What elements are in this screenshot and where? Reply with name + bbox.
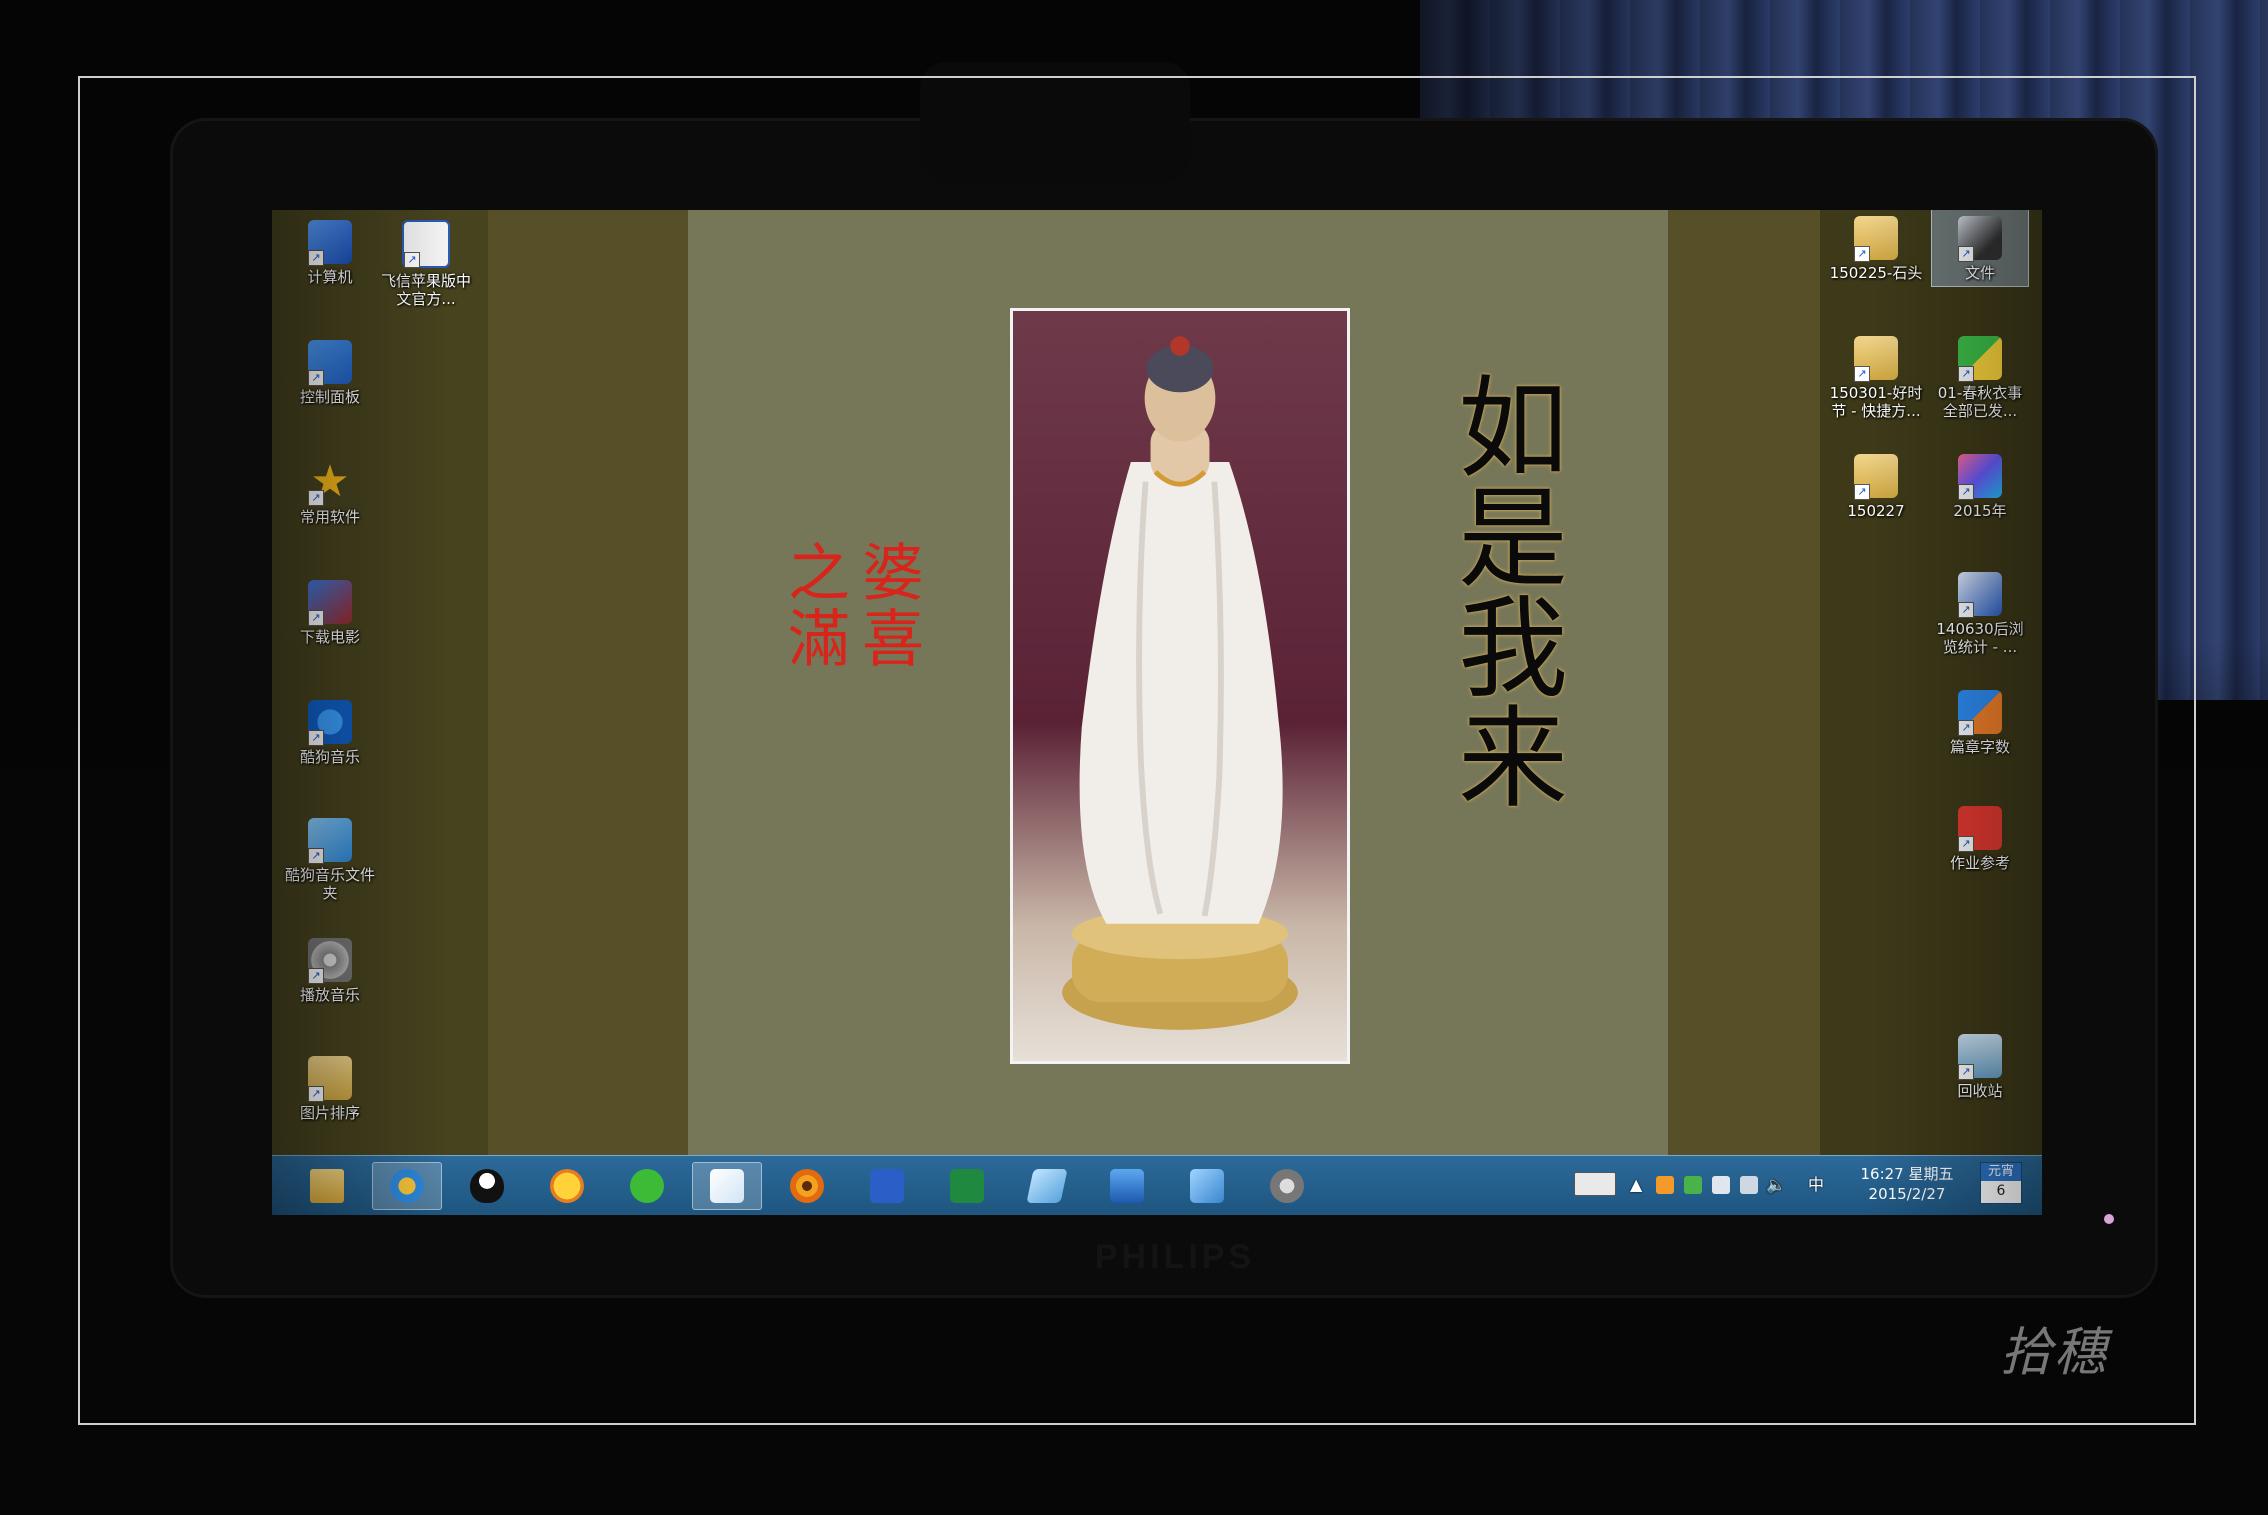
photo-frame-border bbox=[78, 76, 2196, 1425]
photographer-signature: 拾穗 bbox=[2000, 1323, 2109, 1383]
